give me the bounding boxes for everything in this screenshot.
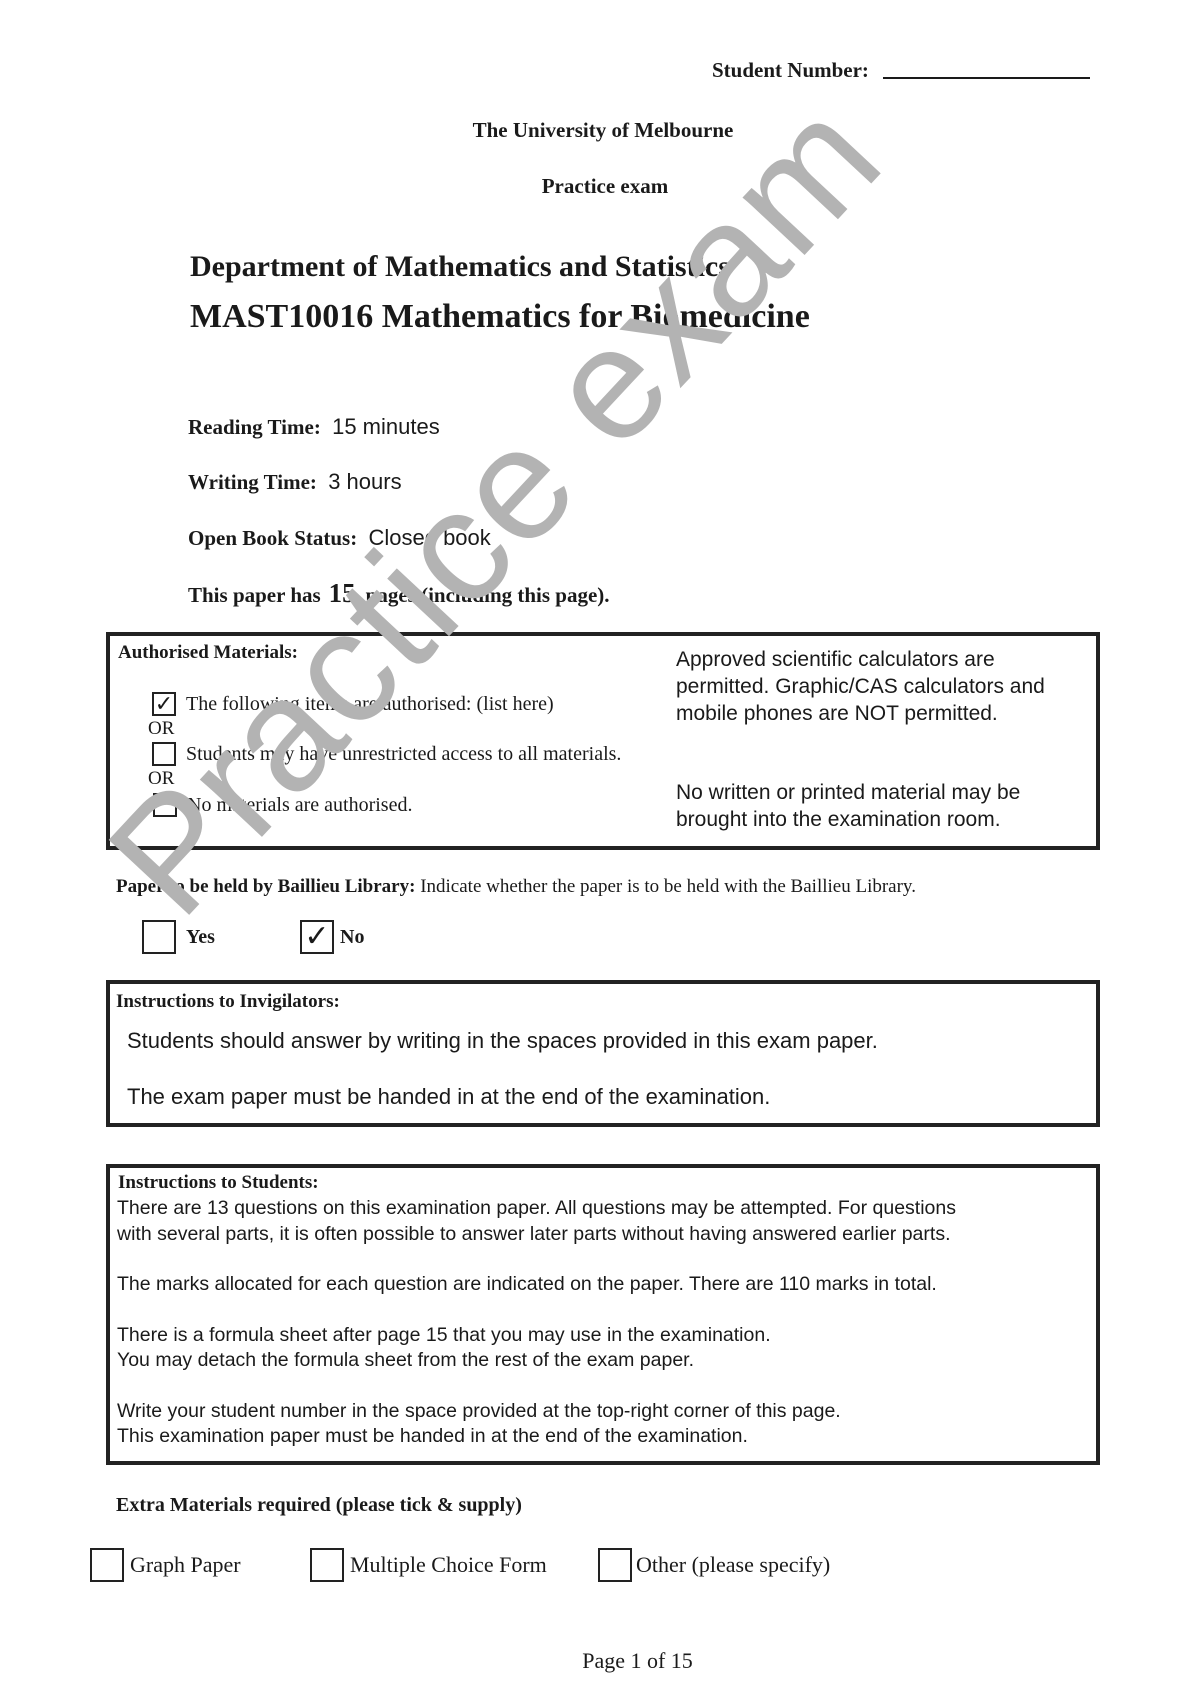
- authorised-option-unrestricted[interactable]: Students may have unrestricted access to…: [152, 742, 621, 766]
- checkbox-unchecked[interactable]: [310, 1548, 344, 1582]
- library-yes-label: Yes: [186, 925, 215, 948]
- extra-option-label: Other (please specify): [636, 1552, 831, 1577]
- writing-time-value: 3 hours: [328, 469, 402, 494]
- library-option-yes[interactable]: Yes: [142, 920, 215, 954]
- university-name: The University of Melbourne: [472, 118, 734, 142]
- library-label: Paper to be held by Baillieu Library:: [116, 876, 416, 897]
- checkbox-unchecked[interactable]: [142, 920, 176, 954]
- extra-materials-title: Extra Materials required (please tick & …: [116, 1494, 522, 1516]
- student-instruction-line: with several parts, it is often possible…: [117, 1222, 951, 1245]
- checkbox-unchecked[interactable]: [152, 742, 176, 766]
- extra-option-other[interactable]: Other (please specify): [598, 1548, 830, 1582]
- printed-material-note-line: No written or printed material may be: [676, 781, 1021, 804]
- printed-material-note-line: brought into the examination room.: [676, 808, 1001, 831]
- page-count-value: 15: [328, 578, 356, 608]
- or-separator: OR: [148, 718, 175, 739]
- checkbox-unchecked[interactable]: [598, 1548, 632, 1582]
- invigilator-instruction: Students should answer by writing in the…: [127, 1028, 878, 1053]
- page-number: Page 1 of 15: [582, 1648, 693, 1673]
- page-count-prefix: This paper has: [188, 583, 321, 607]
- student-instruction-line: The marks allocated for each question ar…: [117, 1273, 937, 1295]
- student-number-field: Student Number:: [712, 58, 1090, 83]
- extra-option-label: Graph Paper: [130, 1552, 241, 1577]
- or-separator: OR: [148, 768, 175, 789]
- extra-option-label: Multiple Choice Form: [350, 1552, 547, 1577]
- department-title: Department of Mathematics and Statistics: [190, 250, 730, 283]
- course-title: MAST10016 Mathematics for Biomedicine: [190, 298, 810, 335]
- option-label: Students may have unrestricted access to…: [186, 742, 622, 765]
- option-label: The following items are authorised: (lis…: [186, 692, 554, 715]
- checkbox-unchecked[interactable]: [153, 793, 177, 817]
- library-option-no[interactable]: ✓ No: [300, 920, 364, 954]
- reading-time-row: Reading Time: 15 minutes: [188, 414, 440, 440]
- exam-type: Practice exam: [541, 174, 669, 198]
- reading-time-value: 15 minutes: [332, 414, 440, 439]
- student-instruction-line: There are 13 questions on this examinati…: [117, 1197, 956, 1219]
- checkbox-checked[interactable]: ✓: [300, 920, 334, 954]
- student-number-label: Student Number:: [712, 58, 869, 82]
- library-no-label: No: [340, 925, 365, 948]
- invigilator-instructions-title: Instructions to Invigilators:: [116, 991, 340, 1012]
- authorised-option-none[interactable]: No materials are authorised.: [153, 793, 412, 817]
- calculator-note-line: Approved scientific calculators are: [676, 648, 995, 671]
- calculator-note-line: mobile phones are NOT permitted.: [676, 702, 998, 725]
- authorised-option-list-items[interactable]: ✓ The following items are authorised: (l…: [152, 692, 554, 716]
- open-book-row: Open Book Status: Closed book: [188, 525, 491, 551]
- authorised-materials-title: Authorised Materials:: [118, 642, 298, 663]
- writing-time-row: Writing Time: 3 hours: [188, 469, 402, 495]
- page-count-row: This paper has 15 pages (including this pa…: [188, 578, 610, 609]
- authorised-materials-box: Authorised Materials: ✓ The following it…: [106, 632, 1100, 850]
- checkbox-unchecked[interactable]: [90, 1548, 124, 1582]
- student-instruction-line: Write your student number in the space p…: [117, 1399, 841, 1422]
- check-icon: ✓: [154, 691, 174, 716]
- student-instruction-line: There is a formula sheet after page 15 t…: [117, 1323, 771, 1346]
- student-number-input-line[interactable]: [882, 76, 1090, 79]
- reading-time-label: Reading Time:: [188, 415, 321, 439]
- option-label: No materials are authorised.: [187, 793, 413, 816]
- check-icon: ✓: [304, 920, 330, 953]
- extra-option-multiple-choice[interactable]: Multiple Choice Form: [310, 1548, 547, 1582]
- open-book-label: Open Book Status:: [188, 526, 358, 550]
- extra-option-graph-paper[interactable]: Graph Paper: [90, 1548, 241, 1582]
- student-instruction-line: You may detach the formula sheet from th…: [117, 1349, 695, 1371]
- student-instruction-line: This examination paper must be handed in…: [117, 1425, 748, 1447]
- calculator-note: Approved scientific calculators are perm…: [676, 646, 1045, 727]
- printed-material-note: No written or printed material may be br…: [676, 779, 1020, 833]
- library-row: Paper to be held by Baillieu Library: In…: [116, 876, 916, 898]
- student-instructions-title: Instructions to Students:: [118, 1172, 319, 1193]
- calculator-note-line: permitted. Graphic/CAS calculators and: [676, 675, 1045, 698]
- invigilator-instructions-box: Instructions to Invigilators: Students s…: [106, 980, 1100, 1127]
- writing-time-label: Writing Time:: [188, 470, 317, 494]
- invigilator-instruction: The exam paper must be handed in at the …: [127, 1084, 771, 1109]
- library-text: Indicate whether the paper is to be held…: [420, 876, 916, 897]
- page-count-suffix: pages (including this page).: [365, 583, 610, 607]
- student-instructions-box: Instructions to Students: There are 13 q…: [106, 1164, 1100, 1465]
- student-instructions-text: There are 13 questions on this examinati…: [117, 1196, 956, 1450]
- checkbox-checked[interactable]: ✓: [152, 692, 176, 716]
- open-book-value: Closed book: [368, 525, 491, 550]
